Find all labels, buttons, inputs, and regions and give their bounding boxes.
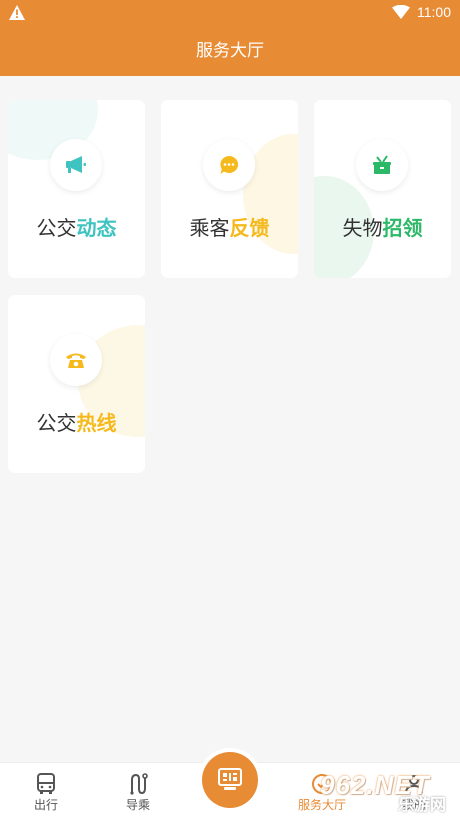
bus-icon <box>37 773 55 794</box>
header-bar: 11:00 服务大厅 <box>0 0 460 76</box>
card-icon-circle <box>50 334 102 386</box>
wifi-icon <box>392 5 410 19</box>
tab-label: 导乘 <box>125 798 150 812</box>
card-icon-circle <box>356 139 408 191</box>
tab-travel[interactable]: 出行 <box>0 763 92 818</box>
card-label: 公交热线 <box>8 411 145 437</box>
telephone-icon <box>66 353 86 368</box>
scan-code-button[interactable] <box>202 752 258 808</box>
megaphone-icon <box>66 156 86 173</box>
watermark-brand: 962.NET <box>320 770 430 800</box>
card-label-highlight: 动态 <box>76 218 117 240</box>
chat-bubble-icon <box>220 155 239 174</box>
card-label-prefix: 公交 <box>36 413 77 435</box>
gift-box-icon <box>373 155 391 174</box>
qr-scan-icon <box>218 768 242 790</box>
tab-guide[interactable]: 导乘 <box>92 763 184 818</box>
card-lost-and-found[interactable]: 失物招领 <box>314 100 451 278</box>
card-passenger-feedback[interactable]: 乘客反馈 <box>161 100 298 278</box>
status-bar: 11:00 <box>0 0 460 24</box>
warning-triangle-icon <box>9 5 25 20</box>
page-title: 服务大厅 <box>196 41 264 60</box>
card-label: 公交动态 <box>8 216 145 242</box>
card-label-highlight: 热线 <box>76 413 117 435</box>
card-label-highlight: 反馈 <box>229 218 270 240</box>
card-bus-hotline[interactable]: 公交热线 <box>8 295 145 473</box>
card-label-prefix: 失物 <box>342 218 383 240</box>
card-label: 乘客反馈 <box>161 216 298 242</box>
watermark-sub: 乐游网 <box>398 797 447 814</box>
card-label-prefix: 乘客 <box>189 218 230 240</box>
status-time: 11:00 <box>417 4 451 20</box>
card-icon-circle <box>50 139 102 191</box>
card-label-prefix: 公交 <box>36 218 77 240</box>
watermark: 962.NET 乐游网 <box>320 770 454 816</box>
route-icon <box>130 773 148 795</box>
tab-label: 出行 <box>33 798 58 812</box>
card-bus-dynamics[interactable]: 公交动态 <box>8 100 145 278</box>
card-label-highlight: 招领 <box>382 218 423 240</box>
card-icon-circle <box>203 139 255 191</box>
card-label: 失物招领 <box>314 216 451 242</box>
